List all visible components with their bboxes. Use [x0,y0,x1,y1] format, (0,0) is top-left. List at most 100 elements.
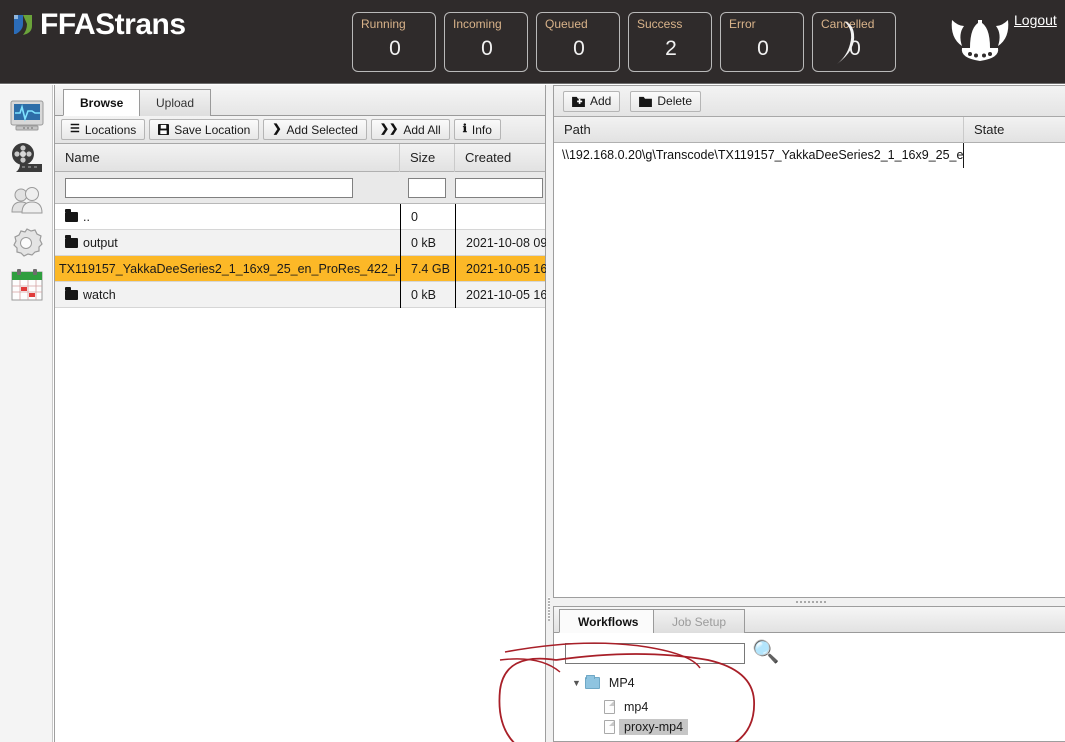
row-name-text: output [83,236,118,250]
job-paths-toolbar: Add Delete [554,86,1065,117]
filter-created-input[interactable] [455,178,543,198]
browser-tabstrip: Browse Upload [55,85,545,116]
status-value: 0 [573,37,585,60]
chevron-double-right-icon: ❯❯ [379,123,399,135]
tab-upload[interactable]: Upload [139,89,212,116]
locations-button[interactable]: ☰ Locations [61,119,146,140]
tree-node-mp4-folder[interactable]: ▼ MP4 [572,675,640,691]
brand: FFAStrans [12,8,186,42]
folder-icon [65,235,78,248]
column-header-name[interactable]: Name [55,144,400,172]
status-value: 0 [757,37,769,60]
save-location-button[interactable]: Save Location [149,119,260,140]
chevron-right-icon: ❯ [272,123,282,135]
job-path-row[interactable]: \\192.168.0.20\g\Transcode\TX119157_Yakk… [554,143,1065,168]
ffastrans-logo-icon [14,15,32,35]
status-box-incoming[interactable]: Incoming 0 [444,12,528,72]
tree-node-label: mp4 [624,700,649,714]
column-header-state[interactable]: State [964,117,1065,143]
cell-name: .. [55,204,400,230]
folder-add-icon [572,96,585,107]
add-selected-label: Add Selected [286,122,358,137]
workflows-panel: Workflows Job Setup 🔍 ▼ MP4 mp4 proxy-mp… [553,606,1065,742]
status-label: Success [637,17,683,31]
info-label: Info [471,122,492,137]
info-icon: ℹ [462,123,467,135]
status-box-error[interactable]: Error 0 [720,12,804,72]
file-table-header: Name Size Created [55,144,545,172]
status-box-success[interactable]: Success 2 [628,12,712,72]
table-row-selected[interactable]: TX119157_YakkaDeeSeries2_1_16x9_25_en_Pr… [55,256,558,282]
add-path-button[interactable]: Add [563,90,621,112]
table-row[interactable]: watch 0 kB 2021-10-05 16:2 [55,282,558,308]
browser-panel: Browse Upload ☰ Locations Save Location … [54,85,558,742]
calendar-icon[interactable] [8,268,46,304]
list-icon: ☰ [70,123,80,135]
filter-name-input[interactable] [65,178,353,198]
job-paths-panel: Add Delete Path State \\192.168.0.20\g\T… [553,85,1065,598]
status-label: Incoming [453,17,502,31]
add-selected-button[interactable]: ❯ Add Selected [263,119,367,140]
status-label: Queued [545,17,588,31]
vertical-splitter[interactable] [546,85,553,742]
browser-toolbar: ☰ Locations Save Location ❯ Add Selected… [55,116,545,144]
cell-size: 0 [400,204,455,230]
film-reel-icon[interactable] [8,141,46,177]
logout-link[interactable]: Logout [1014,12,1057,28]
cell-size: 7.4 GB [400,256,455,282]
delete-path-button[interactable]: Delete [630,90,702,112]
status-label: Error [729,17,756,31]
info-button[interactable]: ℹ Info [453,119,501,140]
folder-icon [65,209,78,222]
splitter-grip [548,597,550,621]
viking-helmet-icon [951,20,1009,61]
save-location-label: Save Location [174,122,251,137]
tab-browse[interactable]: Browse [63,89,141,116]
cell-name: TX119157_YakkaDeeSeries2_1_16x9_25_en_Pr… [59,262,400,276]
workflows-tabstrip: Workflows Job Setup [554,607,1065,633]
tree-node-label-selected: proxy-mp4 [619,719,689,735]
chevron-down-icon[interactable]: ▼ [572,677,581,689]
users-icon[interactable] [8,184,46,220]
tree-node-label: MP4 [608,676,635,690]
tab-workflows[interactable]: Workflows [559,609,658,633]
magnifier-icon[interactable]: 🔍 [752,640,779,664]
left-nav-sidebar [0,85,53,742]
cell-path: \\192.168.0.20\g\Transcode\TX119157_Yakk… [554,143,964,168]
delete-path-label: Delete [657,94,693,108]
column-header-path[interactable]: Path [554,117,964,143]
folder-icon [584,675,600,689]
monitor-icon[interactable] [8,99,46,135]
file-filter-row [55,172,545,204]
folder-icon [639,96,653,107]
column-header-size[interactable]: Size [400,144,455,172]
row-name-text: watch [83,288,116,302]
floppy-icon [158,124,170,135]
tree-node-mp4[interactable]: mp4 [604,699,653,715]
status-box-running[interactable]: Running 0 [352,12,436,72]
status-box-queued[interactable]: Queued 0 [536,12,620,72]
status-label: Running [361,17,406,31]
swoosh-decoration-icon [837,21,855,64]
folder-icon [65,287,78,300]
table-row[interactable]: .. 0 [55,204,545,230]
tab-job-setup[interactable]: Job Setup [653,609,746,633]
tree-node-proxy-mp4[interactable]: proxy-mp4 [604,719,689,735]
add-all-button[interactable]: ❯❯ Add All [370,119,450,140]
horizontal-splitter[interactable] [553,598,1065,606]
document-icon [604,720,615,734]
status-value: 0 [389,37,401,60]
app-root: FFAStrans Running 0 Incoming 0 Queued 0 … [0,0,1065,742]
locations-label: Locations [84,122,137,137]
document-icon [604,700,615,714]
cell-size: 0 kB [400,282,455,308]
workflow-search-input[interactable] [565,643,745,664]
table-row[interactable]: output 0 kB 2021-10-08 09:2 [55,230,558,256]
add-all-label: Add All [403,122,441,137]
filter-size-input[interactable] [408,178,446,198]
status-counters: Running 0 Incoming 0 Queued 0 Success 2 … [352,12,896,72]
brand-title: FFAStrans [40,8,186,41]
app-header: FFAStrans Running 0 Incoming 0 Queued 0 … [0,0,1065,84]
gear-icon[interactable] [8,226,46,262]
cell-name: output [55,230,400,256]
